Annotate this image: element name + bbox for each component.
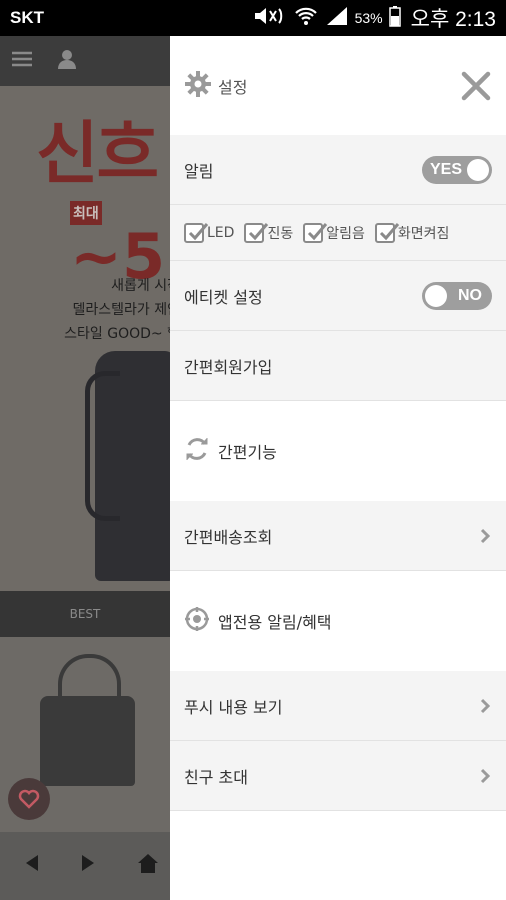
back-arrow-icon[interactable] (24, 853, 40, 879)
checkbox-led[interactable]: LED (184, 222, 234, 243)
toggle-knob (467, 158, 489, 181)
close-button[interactable] (458, 68, 494, 104)
etiquette-label: 에티켓 설정 (184, 287, 263, 307)
checkbox-screen-on[interactable]: 화면켜짐 (374, 222, 449, 243)
wifi-icon (293, 5, 319, 32)
gear-icon (184, 70, 212, 102)
settings-drawer: 설정 알림 YES LED 진동 알림음 화면켜짐 에티켓 설정 NO 간편회원… (170, 36, 506, 900)
close-icon (461, 71, 491, 100)
bottom-navigation (0, 832, 170, 900)
delivery-tracking-label: 간편배송조회 (184, 527, 273, 547)
quick-features-title: 간편기능 (218, 443, 277, 462)
toggle-knob (425, 284, 447, 307)
invite-friend-row[interactable]: 친구 초대 (170, 741, 506, 811)
forward-arrow-icon[interactable] (80, 853, 96, 879)
battery-icon (388, 5, 401, 32)
app-benefits-header: 앱전용 알림/혜택 (170, 571, 506, 671)
signal-icon (325, 5, 349, 32)
battery-percent: 53% (354, 10, 383, 26)
checkbox-sound[interactable]: 알림음 (303, 222, 365, 243)
home-icon[interactable] (136, 852, 160, 880)
banner-title: 신흐 (36, 115, 159, 194)
app-topbar (0, 36, 170, 86)
quick-features-header: 간편기능 (170, 401, 506, 501)
chevron-right-icon (478, 526, 492, 546)
checkbox-checked-icon (374, 222, 399, 243)
checkbox-checked-icon (244, 222, 269, 243)
status-bar: SKT 53% 오후 2:13 (0, 0, 506, 36)
push-content-label: 푸시 내용 보기 (184, 697, 283, 717)
checkbox-checked-icon (184, 222, 209, 243)
carrier-label: SKT (10, 8, 44, 27)
app-benefits-title: 앱전용 알림/혜택 (218, 613, 332, 632)
drawer-header: 설정 (170, 36, 506, 135)
product-image (40, 654, 135, 786)
invite-friend-label: 친구 초대 (184, 767, 248, 787)
menu-icon[interactable] (10, 49, 34, 73)
tab-best[interactable]: BEST (0, 591, 170, 637)
etiquette-row: 에티켓 설정 NO (170, 261, 506, 331)
drawer-title: 설정 (218, 77, 248, 97)
notification-toggle[interactable]: YES (422, 155, 492, 184)
target-icon (184, 606, 210, 636)
signup-row[interactable]: 간편회원가입 (170, 331, 506, 401)
notification-row: 알림 YES (170, 135, 506, 205)
status-icons: 53% 오후 2:13 (253, 3, 496, 33)
banner-product-image (85, 351, 170, 581)
clock: 오후 2:13 (410, 8, 496, 31)
checkbox-checked-icon (303, 222, 328, 243)
chevron-right-icon (478, 766, 492, 786)
signup-label: 간편회원가입 (184, 357, 273, 377)
notification-label: 알림 (184, 161, 214, 181)
delivery-tracking-row[interactable]: 간편배송조회 (170, 501, 506, 571)
user-icon[interactable] (56, 48, 78, 74)
push-content-row[interactable]: 푸시 내용 보기 (170, 671, 506, 741)
notification-checkbox-group: LED 진동 알림음 화면켜짐 (184, 222, 449, 243)
background-app: 신흐 최대 ~5 새롭게 시작 델라스텔라가 제안 스타일 GOOD~ 헬 BE… (0, 36, 170, 900)
banner-description: 새롭게 시작 델라스텔라가 제안 스타일 GOOD~ 헬 (64, 278, 170, 342)
etiquette-toggle[interactable]: NO (422, 281, 492, 310)
mute-icon (253, 5, 287, 32)
checkbox-vibration[interactable]: 진동 (244, 222, 293, 243)
notification-options-row: LED 진동 알림음 화면켜짐 (170, 205, 506, 261)
chevron-right-icon (478, 696, 492, 716)
refresh-icon (184, 436, 210, 466)
wishlist-heart-icon[interactable] (8, 778, 50, 820)
